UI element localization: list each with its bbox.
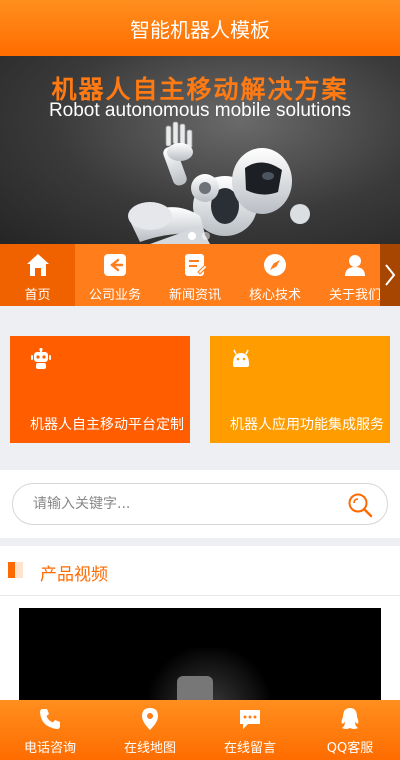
nav-item-news[interactable]: 新闻资讯 [155, 244, 235, 306]
map-pin-icon [142, 708, 158, 730]
footer-label: 在线地图 [123, 741, 176, 756]
feature-card-platform[interactable]: 机器人自主移动平台定制 [10, 336, 190, 443]
nav-item-home[interactable]: 首页 [0, 244, 75, 306]
feature-cards: 机器人自主移动平台定制 机器人应用功能集成服务 [0, 306, 400, 470]
nav-item-business[interactable]: 公司业务 [75, 244, 155, 306]
search-section [0, 470, 400, 538]
footer-label: 在线留言 [223, 741, 276, 756]
footer-message[interactable]: 在线留言 [200, 700, 300, 760]
nav-item-label: 首页 [24, 288, 51, 303]
nav-item-label: 核心技术 [248, 288, 301, 303]
footer-map[interactable]: 在线地图 [100, 700, 200, 760]
nav-item-label: 新闻资讯 [168, 288, 221, 303]
nav-scroll-right[interactable] [380, 244, 400, 306]
banner-headline-en: Robot autonomous mobile solutions [48, 100, 352, 121]
slider-dot[interactable] [202, 232, 210, 240]
bottom-toolbar: 电话咨询 在线地图 在线留言 QQ客服 [0, 700, 400, 760]
slider-dots [188, 232, 210, 240]
user-icon [345, 255, 365, 276]
footer-label: 电话咨询 [23, 741, 76, 756]
footer-phone[interactable]: 电话咨询 [0, 700, 100, 760]
chevron-right-icon [385, 264, 396, 286]
robot-icon [31, 348, 51, 369]
search-input[interactable] [33, 484, 333, 524]
search-icon[interactable] [347, 492, 373, 518]
feature-card-text: 机器人自主移动平台定制 [30, 417, 184, 433]
footer-label: QQ客服 [326, 741, 374, 756]
phone-icon [40, 709, 60, 729]
section-title: 产品视频 [40, 565, 108, 585]
feature-card-integration[interactable]: 机器人应用功能集成服务 [210, 336, 390, 443]
footer-qq[interactable]: QQ客服 [300, 700, 400, 760]
feature-card-text: 机器人应用功能集成服务 [230, 417, 384, 433]
banner-slider[interactable]: 机器人自主移动解决方案 Robot autonomous mobile solu… [0, 56, 400, 244]
top-bar: 智能机器人模板 [0, 0, 400, 56]
section-header: 产品视频 [0, 546, 400, 596]
chat-icon [240, 710, 260, 729]
document-edit-icon [185, 254, 208, 276]
main-nav: 首页 公司业务 新闻资讯 核心技术 关于我们 [0, 244, 400, 306]
nav-item-label: 公司业务 [88, 288, 141, 303]
section-marker [8, 562, 23, 578]
search-box [12, 483, 388, 525]
home-icon [26, 254, 49, 276]
compass-icon [264, 254, 286, 276]
android-icon [233, 349, 249, 367]
slider-dot-active[interactable] [188, 232, 196, 240]
nav-item-tech[interactable]: 核心技术 [235, 244, 315, 306]
qq-icon [341, 708, 359, 729]
back-arrow-square-icon [104, 254, 126, 276]
page-title: 智能机器人模板 [130, 17, 270, 42]
